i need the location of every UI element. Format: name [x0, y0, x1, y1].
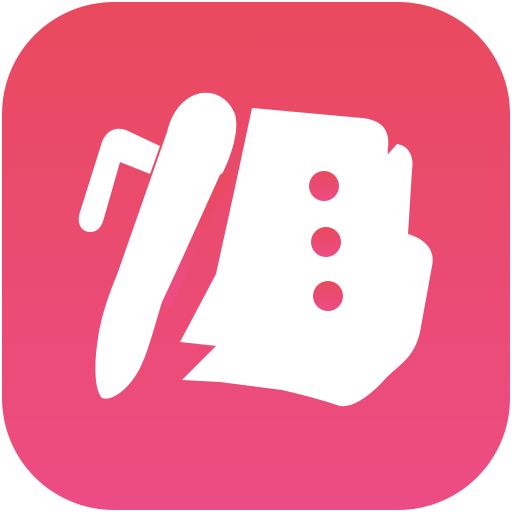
checklist-bullet: [311, 227, 341, 257]
app-icon[interactable]: [2, 2, 510, 510]
icon-canvas: [0, 0, 512, 512]
notes-checklist-pen-icon: [2, 2, 510, 510]
checklist-bullet: [309, 171, 339, 201]
checklist-bullet: [313, 281, 343, 311]
